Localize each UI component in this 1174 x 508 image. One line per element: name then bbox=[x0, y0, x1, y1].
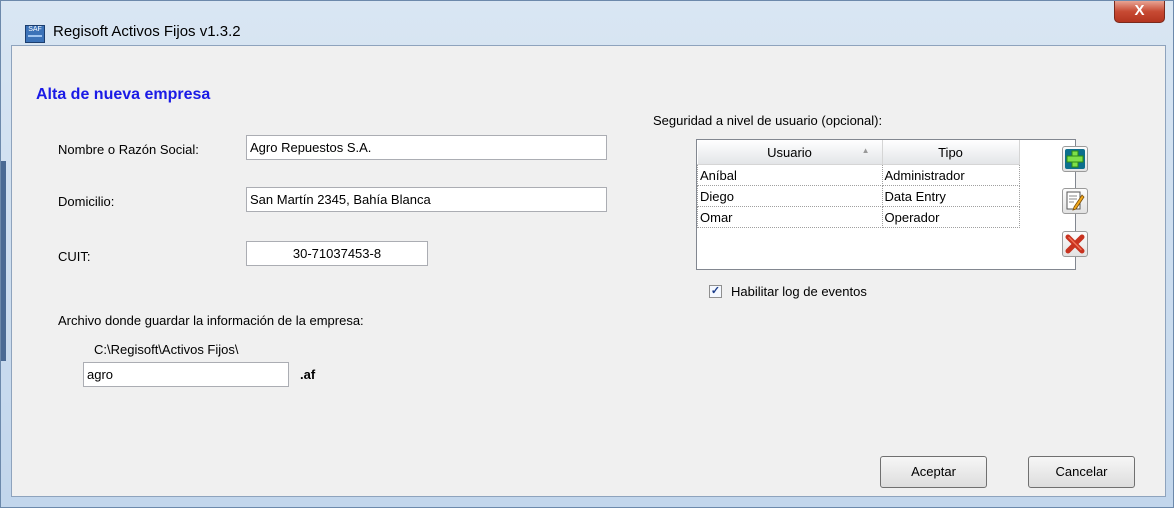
cuit-field[interactable]: 30-71037453-8 bbox=[246, 241, 428, 266]
archivo-path: C:\Regisoft\Activos Fijos\ bbox=[94, 342, 239, 357]
app-icon: SAF bbox=[25, 25, 45, 43]
log-checkbox[interactable]: ✓ bbox=[709, 285, 722, 298]
delete-icon bbox=[1065, 234, 1085, 254]
edit-user-button[interactable] bbox=[1062, 188, 1088, 214]
archivo-ext: .af bbox=[300, 367, 316, 382]
add-icon bbox=[1065, 149, 1085, 169]
nombre-label: Nombre o Razón Social: bbox=[58, 142, 199, 157]
security-label: Seguridad a nivel de usuario (opcional): bbox=[653, 113, 883, 128]
column-header-usuario[interactable]: Usuario ▲ bbox=[697, 140, 883, 165]
delete-user-button[interactable] bbox=[1062, 231, 1088, 257]
check-icon: ✓ bbox=[710, 285, 721, 297]
edit-icon bbox=[1066, 191, 1085, 211]
domicilio-field[interactable]: San Martín 2345, Bahía Blanca bbox=[246, 187, 607, 212]
archivo-name-field[interactable]: agro bbox=[83, 362, 289, 387]
table-row[interactable]: Diego Data Entry bbox=[697, 185, 1020, 207]
cancelar-button[interactable]: Cancelar bbox=[1028, 456, 1135, 488]
cell-usuario[interactable]: Aníbal bbox=[697, 164, 883, 186]
title-bar[interactable]: SAF Regisoft Activos Fijos v1.3.2 X bbox=[1, 1, 1173, 43]
cell-tipo[interactable]: Operador bbox=[881, 206, 1020, 228]
background-window-edge bbox=[1, 161, 6, 361]
cuit-label: CUIT: bbox=[58, 249, 91, 264]
users-grid[interactable]: Usuario ▲ Tipo Aníbal Administrador Dieg… bbox=[696, 139, 1076, 270]
dialog-window: SAF Regisoft Activos Fijos v1.3.2 X Alta… bbox=[0, 0, 1174, 508]
cell-tipo[interactable]: Data Entry bbox=[881, 185, 1020, 207]
aceptar-button[interactable]: Aceptar bbox=[880, 456, 987, 488]
domicilio-label: Domicilio: bbox=[58, 194, 115, 209]
table-row[interactable]: Omar Operador bbox=[697, 206, 1020, 228]
cell-usuario[interactable]: Omar bbox=[697, 206, 883, 228]
dialog-client-area: Alta de nueva empresa Nombre o Razón Soc… bbox=[11, 45, 1166, 497]
nombre-field[interactable]: Agro Repuestos S.A. bbox=[246, 135, 607, 160]
close-icon: X bbox=[1134, 2, 1145, 19]
cell-tipo[interactable]: Administrador bbox=[881, 164, 1020, 186]
cell-usuario[interactable]: Diego bbox=[697, 185, 883, 207]
window-title: Regisoft Activos Fijos v1.3.2 bbox=[53, 23, 241, 40]
archivo-label: Archivo donde guardar la información de … bbox=[58, 313, 364, 328]
page-title: Alta de nueva empresa bbox=[36, 86, 211, 103]
sort-ascending-icon: ▲ bbox=[861, 146, 870, 155]
log-label[interactable]: Habilitar log de eventos bbox=[731, 284, 867, 299]
column-header-tipo[interactable]: Tipo bbox=[882, 140, 1020, 165]
add-user-button[interactable] bbox=[1062, 146, 1088, 172]
table-row[interactable]: Aníbal Administrador bbox=[697, 164, 1020, 186]
close-button[interactable]: X bbox=[1114, 1, 1165, 23]
